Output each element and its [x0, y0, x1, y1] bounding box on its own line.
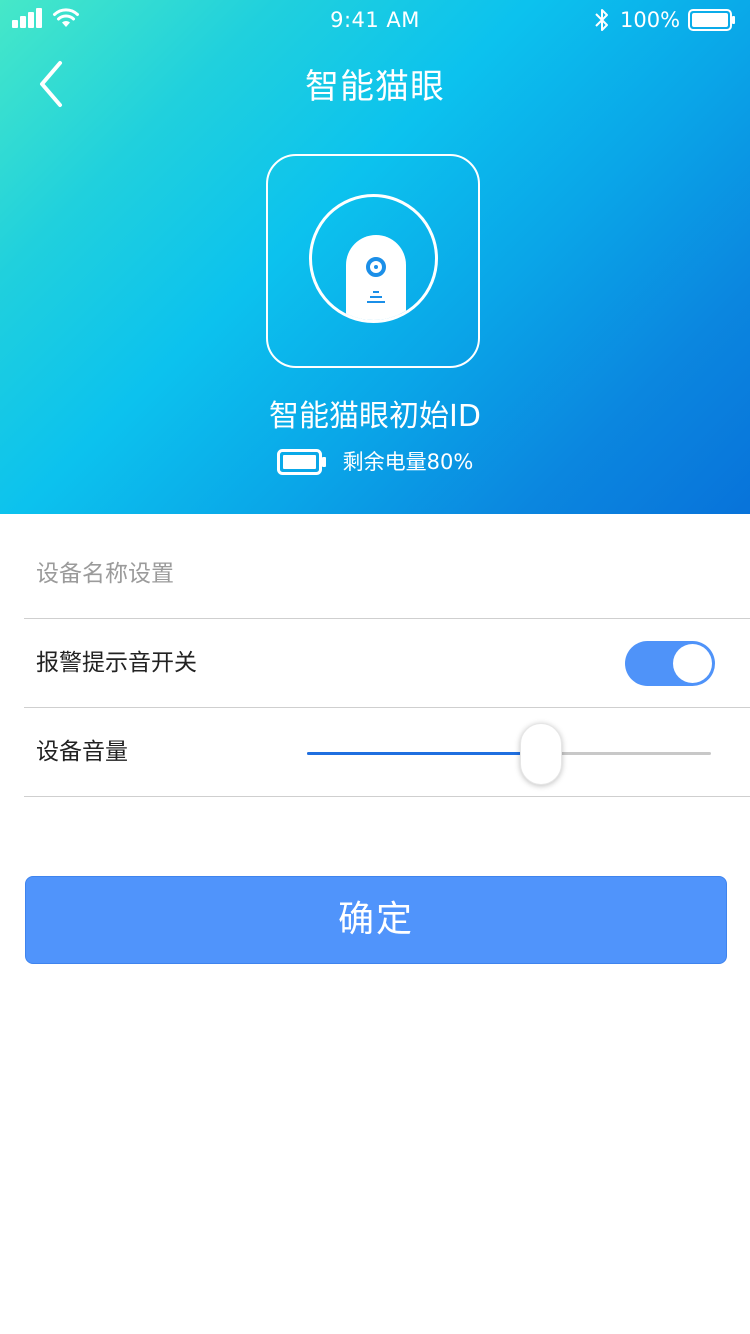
alarm-sound-toggle[interactable]: [625, 641, 715, 686]
device-battery-status: 剩余电量80%: [0, 446, 750, 478]
speaker-grille-icon: [367, 291, 385, 303]
device-settings-screen: 9:41 AM 100% 智能猫眼 智能猫眼初始ID 剩余电量80% 设备名称设…: [0, 0, 750, 1334]
volume-slider-thumb[interactable]: [520, 723, 563, 785]
device-name-setting-row: [24, 530, 750, 619]
alarm-sound-setting-row: 报警提示音开关: [24, 619, 750, 708]
device-image: [266, 154, 480, 368]
volume-label: 设备音量: [36, 739, 128, 765]
peephole-camera-icon: [309, 194, 438, 323]
battery-icon: [276, 449, 326, 475]
device-name: 智能猫眼初始ID: [269, 399, 481, 434]
hero-header: 9:41 AM 100% 智能猫眼 智能猫眼初始ID 剩余电量80%: [0, 0, 750, 514]
status-battery-percent: 100%: [620, 8, 681, 32]
toggle-knob: [673, 644, 712, 683]
device-name-input[interactable]: [36, 552, 636, 596]
alarm-sound-label: 报警提示音开关: [36, 650, 197, 676]
volume-setting-row: 设备音量: [24, 708, 750, 797]
camera-body: [346, 235, 406, 320]
status-bar: 9:41 AM 100%: [0, 0, 750, 40]
confirm-button[interactable]: 确定: [25, 876, 727, 964]
volume-slider-fill: [307, 752, 542, 755]
battery-label: 剩余电量80%: [342, 450, 474, 474]
camera-lens-icon: [366, 257, 386, 277]
volume-slider[interactable]: [307, 722, 711, 786]
page-title: 智能猫眼: [305, 67, 445, 107]
status-battery-icon: [688, 9, 735, 31]
bluetooth-icon: [595, 9, 608, 31]
